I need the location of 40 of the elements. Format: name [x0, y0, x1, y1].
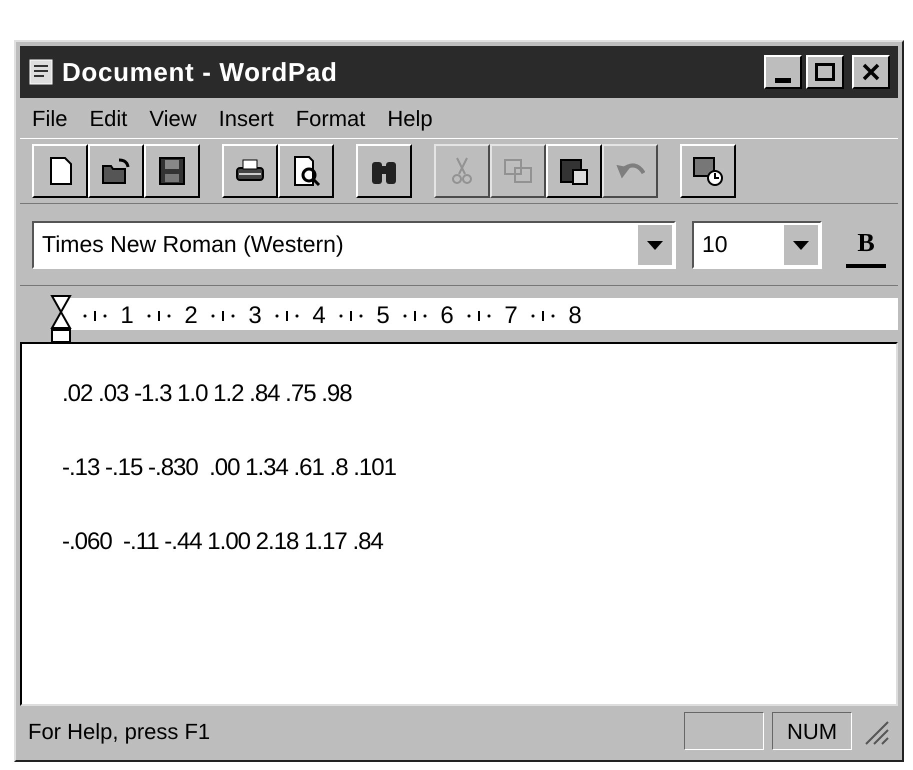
- font-dropdown[interactable]: Times New Roman (Western): [32, 220, 676, 268]
- open-button[interactable]: [88, 144, 144, 198]
- minimize-icon: [775, 78, 791, 83]
- menu-item[interactable]: Format: [296, 102, 366, 134]
- calendar-clock-icon: [691, 154, 725, 188]
- minimize-button[interactable]: [764, 55, 802, 89]
- document-text-line: -.13 -.15 -.830 .00 1.34 .61 .8 .101: [62, 453, 397, 483]
- document-text-line: .02 .03 -1.3 1.0 1.2 .84 .75 .98: [62, 379, 353, 409]
- bold-button[interactable]: B: [846, 222, 886, 268]
- document-icon: [28, 58, 54, 86]
- paste-button[interactable]: [546, 144, 602, 198]
- menu-item[interactable]: File: [32, 102, 68, 134]
- ruler-number: 6: [439, 301, 455, 331]
- preview-button[interactable]: [278, 144, 334, 198]
- maximize-button[interactable]: [806, 55, 844, 89]
- menu-item[interactable]: Edit: [89, 102, 128, 134]
- find-button[interactable]: [356, 144, 412, 198]
- ruler-number: 2: [183, 301, 199, 331]
- menu-item[interactable]: View: [149, 102, 197, 134]
- num-lock-indicator: NUM: [772, 712, 852, 750]
- ruler-number: 1: [119, 301, 135, 331]
- print-button[interactable]: [222, 144, 278, 198]
- menu-item[interactable]: Help: [387, 102, 433, 134]
- datetime-button[interactable]: [680, 144, 736, 198]
- close-button[interactable]: [852, 55, 890, 89]
- close-icon: [862, 63, 880, 81]
- document-text-line: -.060 -.11 -.44 1.00 2.18 1.17 .84: [62, 527, 384, 557]
- undo-arrow-icon: [615, 162, 645, 180]
- ruler-number: 3: [247, 301, 263, 331]
- maximize-icon: [815, 63, 835, 81]
- ruler-number: 8: [567, 301, 583, 331]
- font-size-dropdown[interactable]: 10: [692, 220, 822, 268]
- ruler-number: 7: [503, 301, 519, 331]
- window-title: Document - WordPad: [62, 56, 338, 88]
- ruler-number: 4: [311, 301, 327, 331]
- status-message: For Help, press F1: [28, 718, 212, 746]
- menu-item[interactable]: Insert: [218, 102, 274, 134]
- new-button[interactable]: [32, 144, 88, 198]
- ruler-number: 5: [375, 301, 391, 331]
- save-button[interactable]: [144, 144, 200, 198]
